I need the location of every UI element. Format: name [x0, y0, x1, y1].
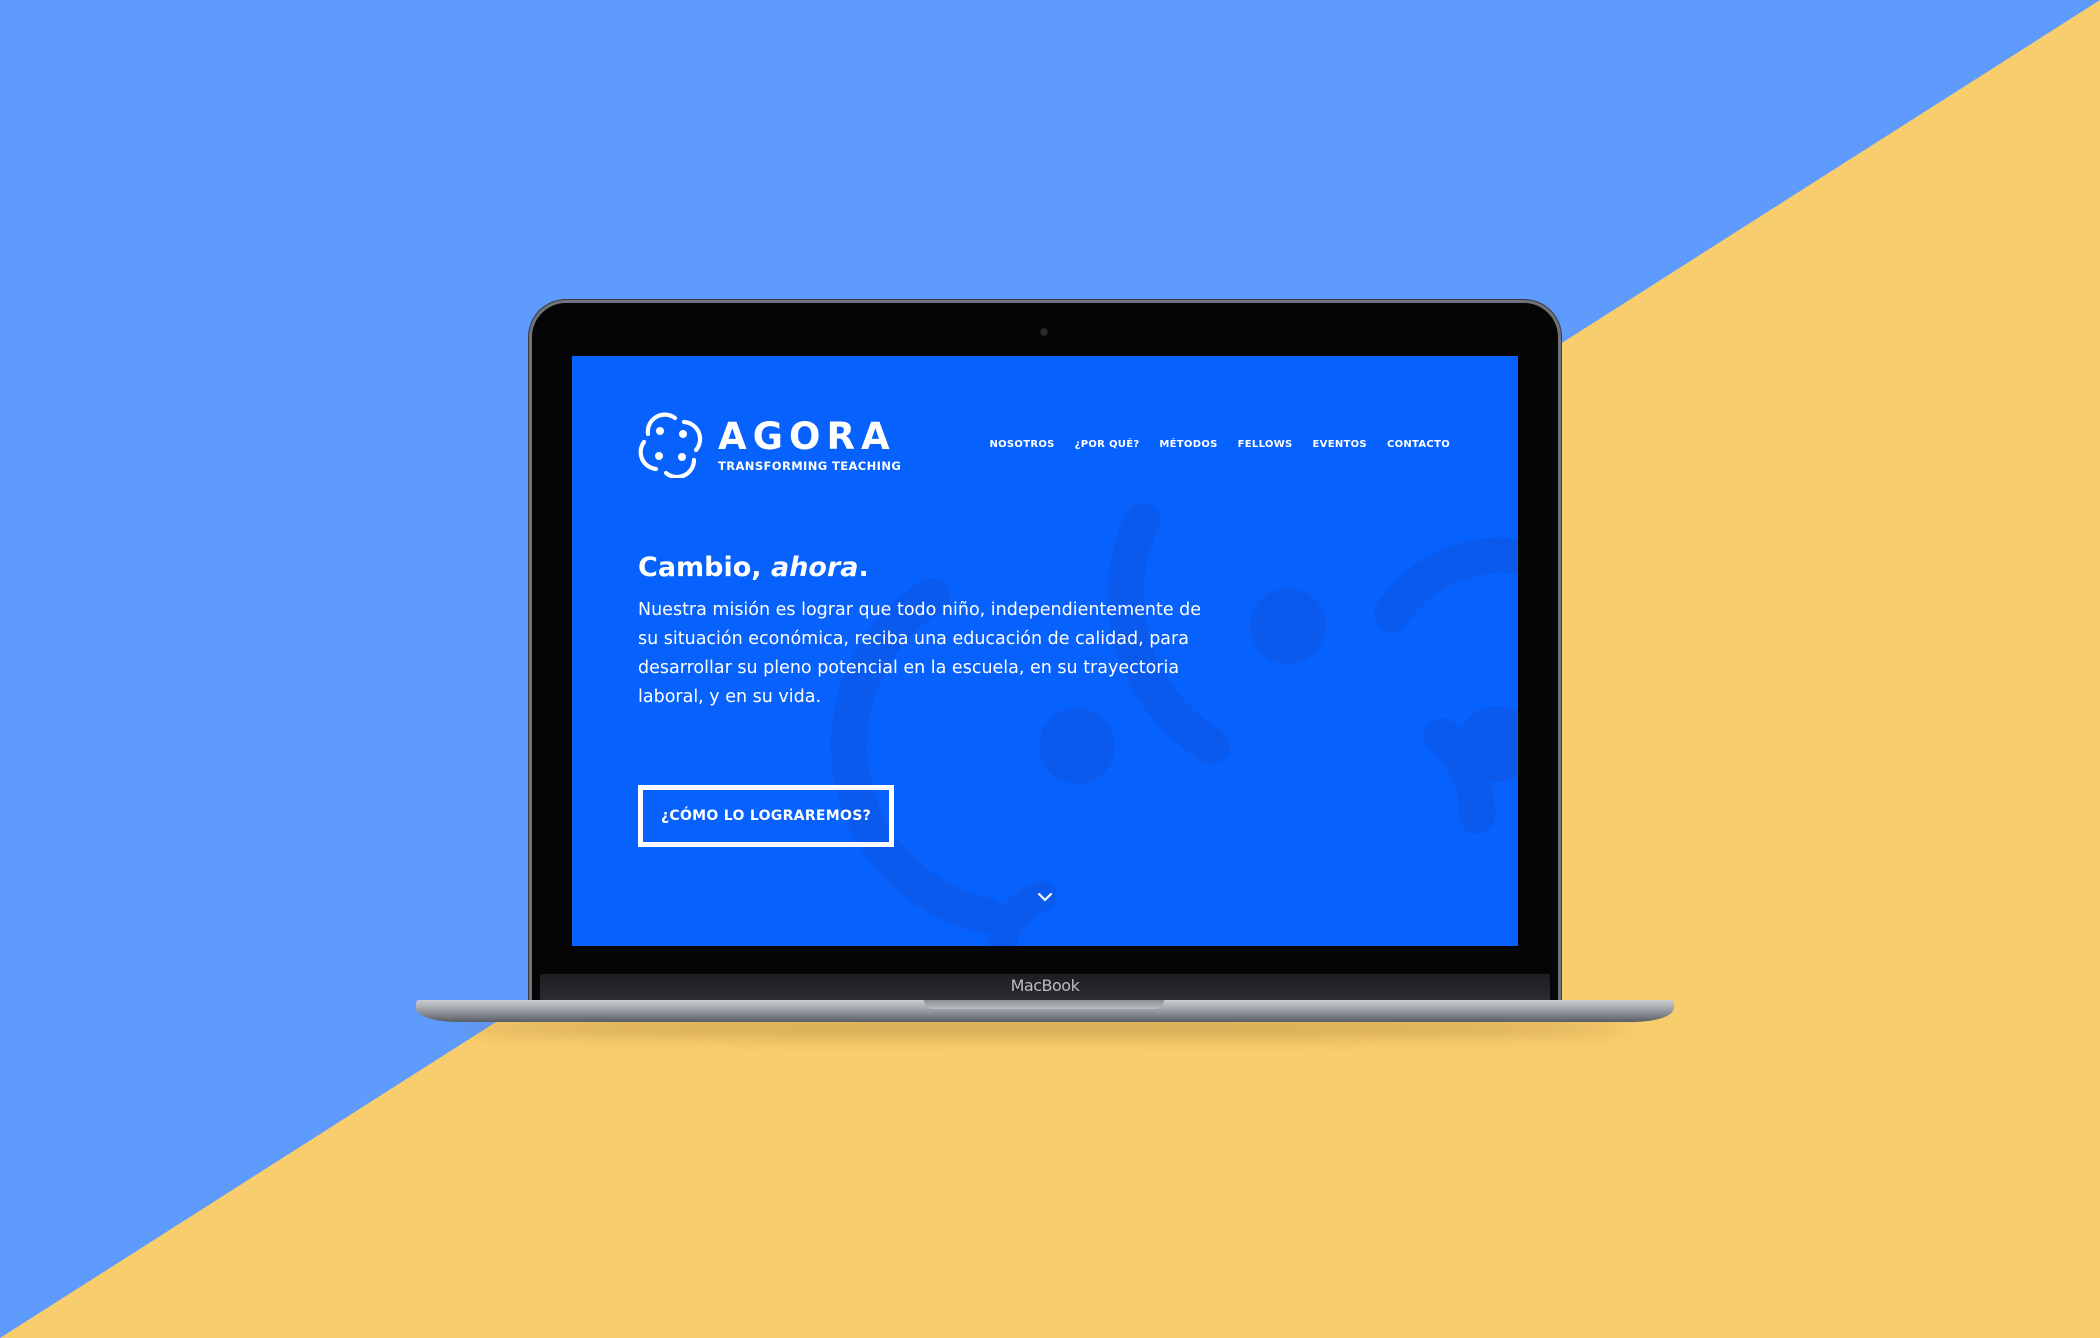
hero-headline: Cambio, ahora.: [638, 552, 869, 583]
nav-item-nosotros[interactable]: NOSOTROS: [989, 439, 1054, 450]
hero-headline-main: Cambio,: [638, 552, 762, 583]
main-nav: NOSOTROS ¿POR QUÉ? MÉTODOS FELLOWS EVENT…: [989, 439, 1450, 450]
brand-tagline: TRANSFORMING TEACHING: [718, 459, 902, 473]
camera-icon: [1040, 328, 1048, 336]
brand-name: AGORA: [718, 415, 896, 458]
nav-item-eventos[interactable]: EVENTOS: [1313, 439, 1367, 450]
how-button[interactable]: ¿CÓMO LO LOGRAREMOS?: [638, 785, 894, 847]
hero-headline-emphasis: ahora: [770, 552, 859, 583]
agora-logo-icon: [638, 412, 703, 478]
laptop-screen: AGORA TRANSFORMING TEACHING NOSOTROS ¿PO…: [572, 356, 1518, 946]
mission-text: Nuestra misión es lograr que todo niño, …: [638, 600, 1202, 707]
hero-headline-end: .: [858, 552, 869, 583]
device-label: MacBook: [1010, 976, 1080, 995]
laptop-hinge-notch: [924, 1000, 1164, 1009]
chevron-down-icon[interactable]: [1036, 890, 1054, 904]
nav-item-por-que[interactable]: ¿POR QUÉ?: [1075, 439, 1140, 450]
nav-item-fellows[interactable]: FELLOWS: [1238, 439, 1293, 450]
nav-item-metodos[interactable]: MÉTODOS: [1159, 439, 1217, 450]
nav-item-contacto[interactable]: CONTACTO: [1387, 439, 1450, 450]
brand-logo[interactable]: AGORA TRANSFORMING TEACHING: [638, 412, 901, 478]
